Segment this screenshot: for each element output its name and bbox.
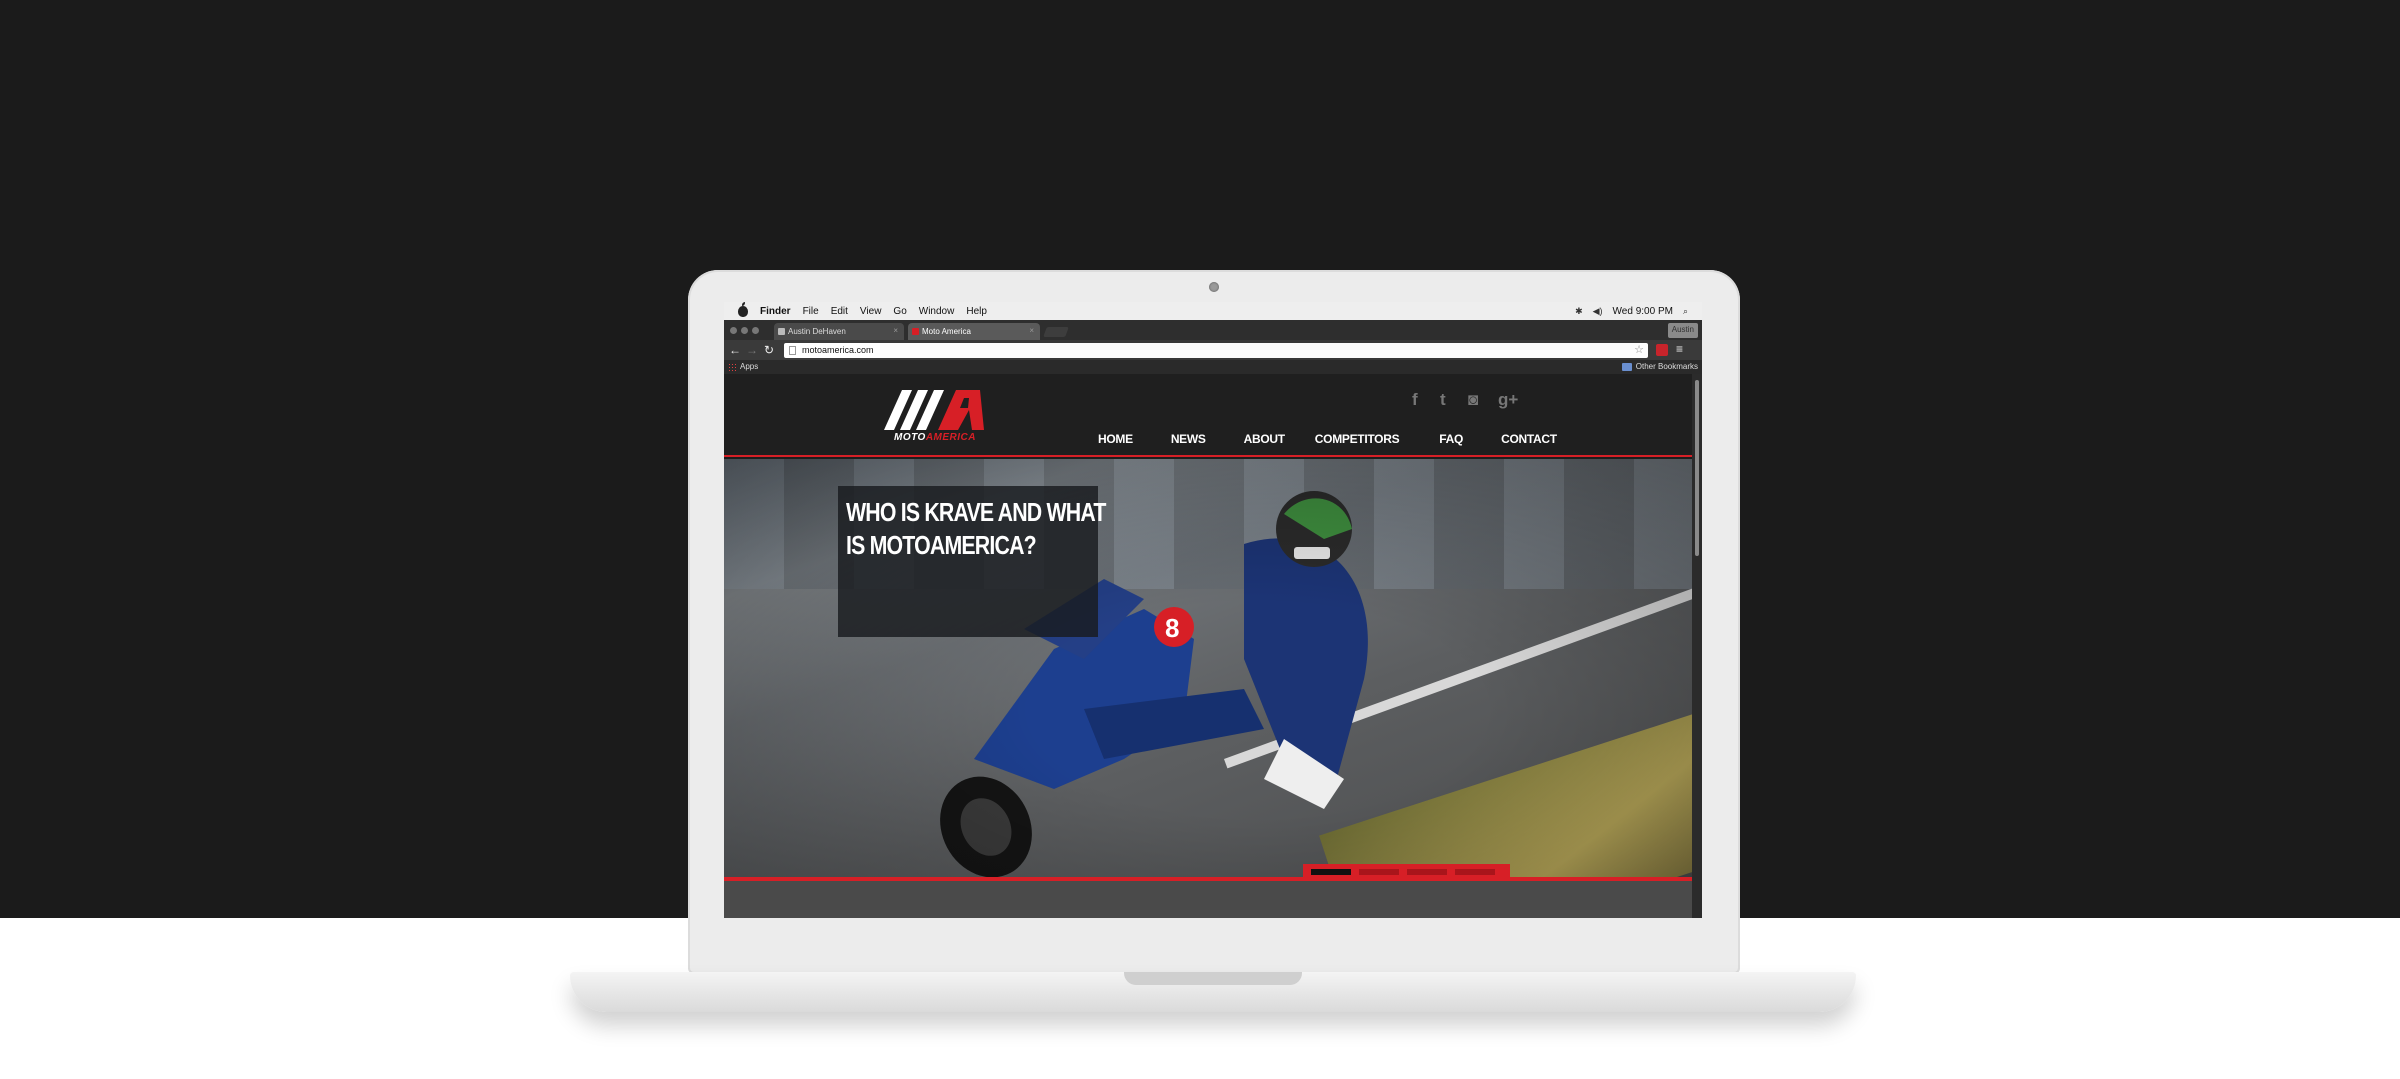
slider-pagination <box>1303 864 1510 881</box>
menu-edit[interactable]: Edit <box>831 306 848 317</box>
page-scrollbar[interactable] <box>1692 374 1702 918</box>
menubar-status: ✱ ◀) Wed 9:00 PM ⌕ <box>1575 306 1702 317</box>
address-bar[interactable]: motoamerica.com ☆ <box>784 343 1648 358</box>
extension-icon[interactable] <box>1656 344 1668 356</box>
page-icon <box>789 346 796 355</box>
main-nav: HOME NEWS ABOUT COMPETITORS FAQ CONTACT <box>1098 432 1557 446</box>
menu-help[interactable]: Help <box>966 306 987 317</box>
apple-icon[interactable] <box>738 302 748 317</box>
bluetooth-icon[interactable]: ✱ <box>1575 306 1583 317</box>
webpage: MOTOAMERICA f t ◙ g+ HOME NEWS ABOUT COM… <box>724 374 1692 918</box>
nav-competitors[interactable]: COMPETITORS <box>1315 432 1400 446</box>
tab-title: Austin DeHaven <box>788 327 846 336</box>
nav-about[interactable]: ABOUT <box>1244 432 1285 446</box>
clock[interactable]: Wed 9:00 PM <box>1613 306 1673 317</box>
mac-menubar: Finder File Edit View Go Window Help ✱ ◀… <box>724 302 1702 320</box>
tab-moto-america[interactable]: Moto America × <box>908 323 1040 340</box>
minimize-window-icon[interactable] <box>741 327 748 334</box>
menu-file[interactable]: File <box>803 306 819 317</box>
scrollbar-thumb[interactable] <box>1695 380 1699 556</box>
url-text: motoamerica.com <box>802 345 874 355</box>
slider-dot-2[interactable] <box>1359 869 1399 875</box>
reload-icon[interactable]: ↻ <box>764 342 774 358</box>
browser-tab-strip: Austin DeHaven × Moto America × Austin <box>724 320 1702 340</box>
logo-wordmark: MOTOAMERICA <box>880 432 990 443</box>
chrome-menu-icon[interactable]: ≡ <box>1676 342 1683 356</box>
menu-view[interactable]: View <box>860 306 882 317</box>
nav-home[interactable]: HOME <box>1098 432 1133 446</box>
slider-dot-1[interactable] <box>1311 869 1351 875</box>
new-tab-button[interactable] <box>1043 327 1069 337</box>
menu-window[interactable]: Window <box>919 306 955 317</box>
menu-finder[interactable]: Finder <box>760 306 791 317</box>
forward-icon[interactable]: → <box>746 342 758 358</box>
tab-close-icon[interactable]: × <box>893 326 898 335</box>
nav-faq[interactable]: FAQ <box>1439 432 1463 446</box>
hero-title[interactable]: WHO IS KRAVE AND WHAT IS MOTOAMERICA? <box>846 496 1108 562</box>
apps-bookmark[interactable]: Apps <box>740 362 758 371</box>
google-plus-icon[interactable]: g+ <box>1498 390 1518 410</box>
motoamerica-logo[interactable]: MOTOAMERICA <box>880 388 990 446</box>
logo-part-moto: MOTO <box>894 432 926 443</box>
apps-grid-icon[interactable] <box>728 363 736 371</box>
logo-mark-icon <box>884 390 984 430</box>
content-below-hero <box>724 881 1692 918</box>
tab-favicon-icon <box>778 328 785 335</box>
instagram-icon[interactable]: ◙ <box>1468 390 1478 410</box>
tab-close-icon[interactable]: × <box>1029 326 1034 335</box>
profile-button[interactable]: Austin <box>1667 323 1698 338</box>
back-icon[interactable]: ← <box>729 342 741 358</box>
slider-dot-3[interactable] <box>1407 869 1447 875</box>
browser-toolbar: ← → ↻ motoamerica.com ☆ ≡ <box>724 340 1702 360</box>
facebook-icon[interactable]: f <box>1412 390 1418 410</box>
tab-title: Moto America <box>922 327 971 336</box>
bookmarks-bar: Apps Other Bookmarks <box>724 360 1702 374</box>
site-header: MOTOAMERICA f t ◙ g+ HOME NEWS ABOUT COM… <box>724 374 1692 457</box>
slider-dot-4[interactable] <box>1455 869 1495 875</box>
laptop-opening-notch <box>1124 972 1302 985</box>
camera-icon <box>1209 282 1219 292</box>
spotlight-search-icon[interactable]: ⌕ <box>1683 306 1688 317</box>
nav-news[interactable]: NEWS <box>1171 432 1206 446</box>
menu-go[interactable]: Go <box>893 306 906 317</box>
laptop-screen: Finder File Edit View Go Window Help ✱ ◀… <box>724 302 1702 918</box>
other-bookmarks[interactable]: Other Bookmarks <box>1636 362 1698 371</box>
tab-favicon-icon <box>912 328 919 335</box>
bookmark-star-icon[interactable]: ☆ <box>1634 343 1644 356</box>
tab-austin-dehaven[interactable]: Austin DeHaven × <box>774 323 904 340</box>
hero-slider[interactable]: 8 WHO IS KRAVE AND WHAT IS MOTOAMERICA? <box>724 459 1692 877</box>
hero-caption-card[interactable]: WHO IS KRAVE AND WHAT IS MOTOAMERICA? <box>838 486 1106 637</box>
folder-icon <box>1622 363 1632 371</box>
zoom-window-icon[interactable] <box>752 327 759 334</box>
twitter-icon[interactable]: t <box>1440 390 1446 410</box>
logo-part-america: AMERICA <box>925 432 976 443</box>
close-window-icon[interactable] <box>730 327 737 334</box>
nav-contact[interactable]: CONTACT <box>1501 432 1557 446</box>
volume-icon[interactable]: ◀) <box>1593 306 1603 317</box>
